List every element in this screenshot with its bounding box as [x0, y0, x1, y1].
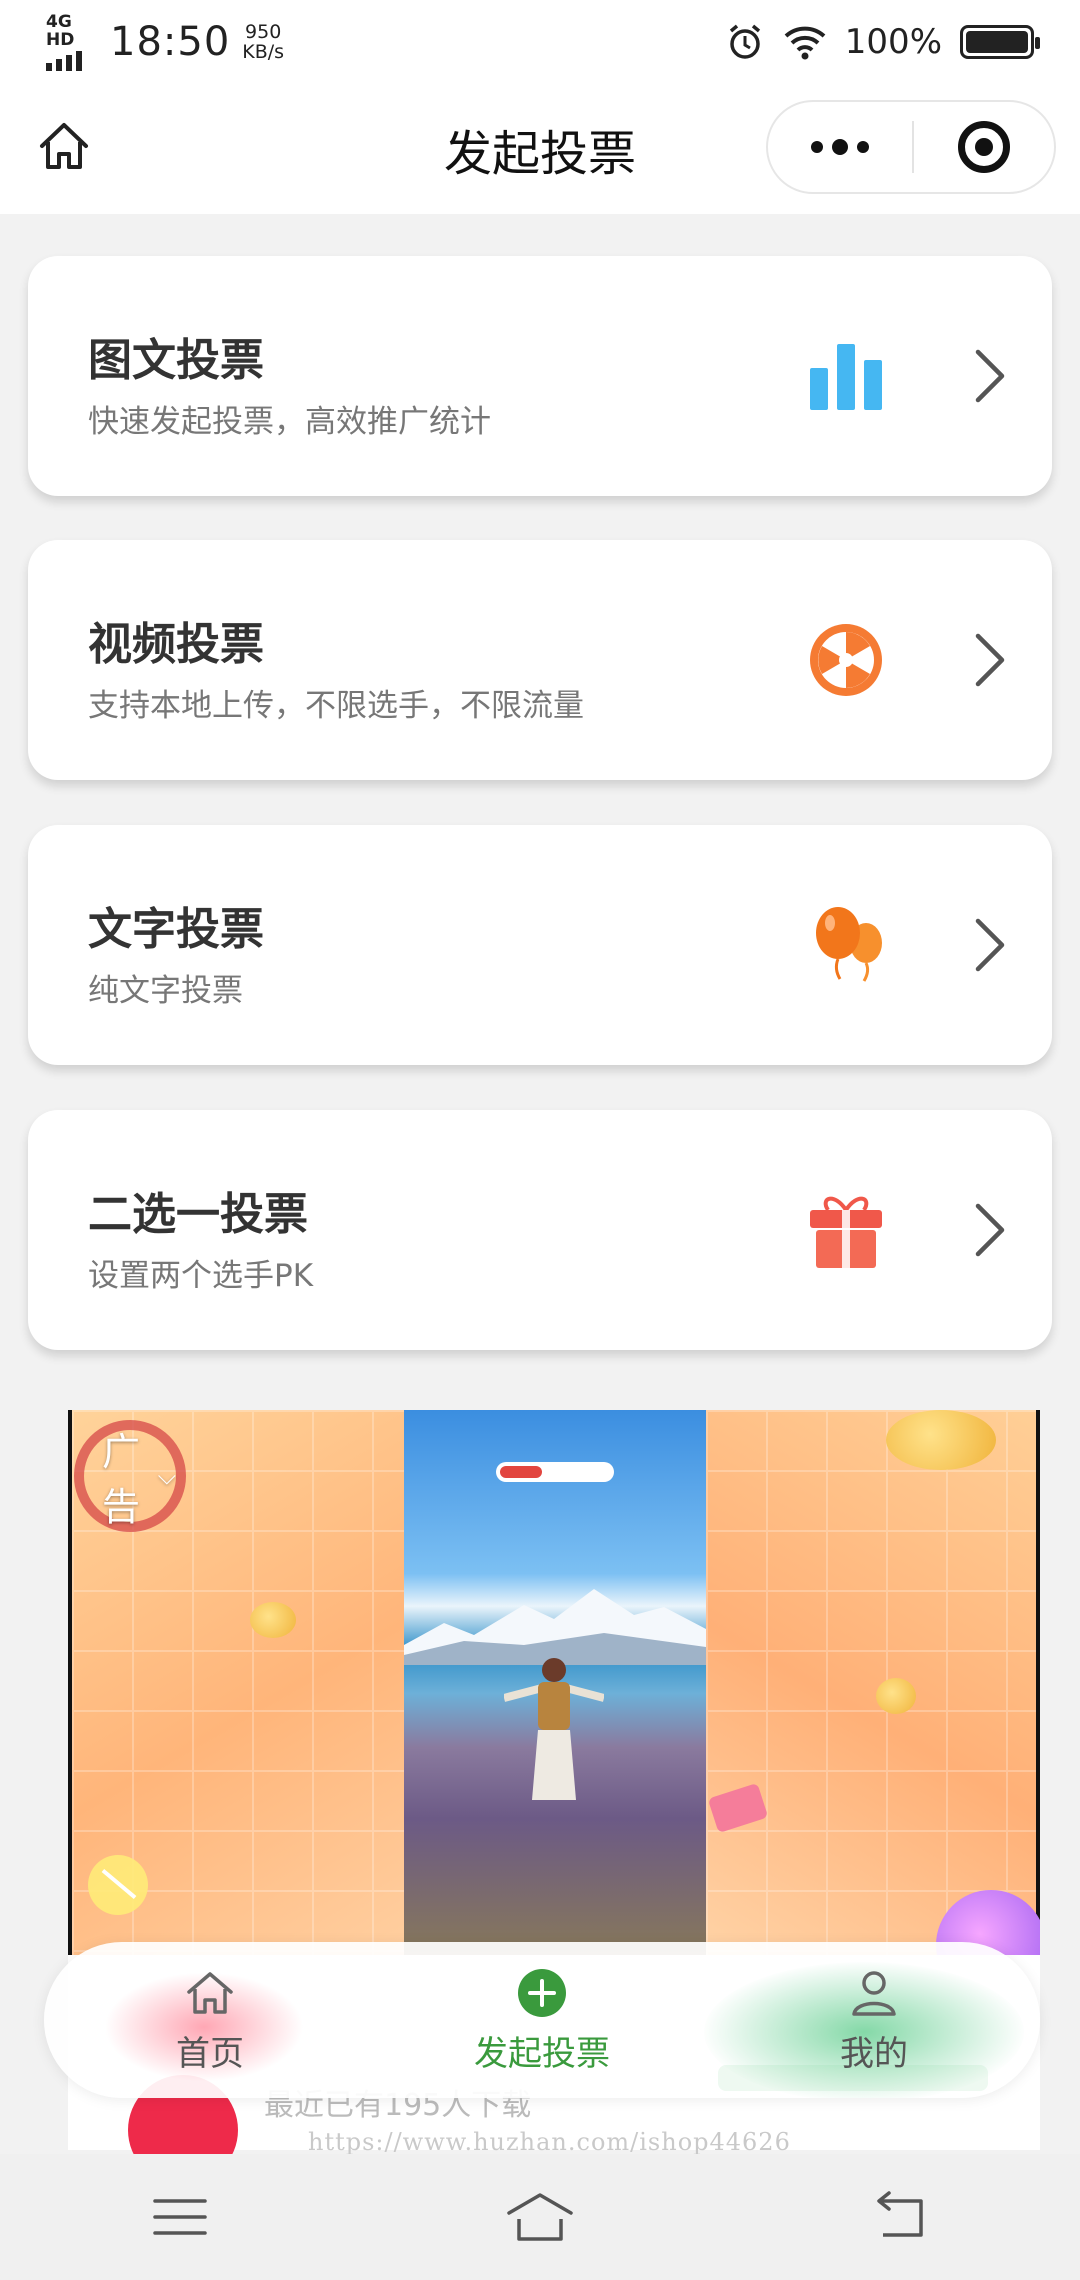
more-dots-icon[interactable]	[768, 139, 912, 155]
status-right: 100%	[725, 22, 1040, 62]
person-graphic	[504, 1658, 604, 1800]
nav-bar: 发起投票	[0, 84, 1080, 214]
balloons-icon	[816, 907, 882, 982]
film-reel-icon	[810, 624, 882, 696]
status-bar: 4G HD 18:50 950 KB/s 100%	[0, 0, 1080, 84]
coin-graphic	[250, 1602, 296, 1638]
network-speed: 950 KB/s	[242, 22, 284, 62]
bar-chart-icon	[810, 344, 882, 410]
vote-card-text[interactable]: 文字投票 纯文字投票	[28, 825, 1052, 1065]
home-outline-icon[interactable]	[34, 116, 94, 176]
card-title: 视频投票	[88, 619, 264, 670]
card-subtitle: 支持本地上传，不限选手，不限流量	[88, 688, 584, 724]
mute-icon[interactable]	[88, 1855, 148, 1915]
tab-label: 发起投票	[474, 2033, 610, 2074]
home-icon[interactable]	[505, 2187, 575, 2247]
tab-profile[interactable]: 我的	[724, 1966, 1024, 2075]
tab-home[interactable]: 首页	[60, 1966, 360, 2075]
chevron-right-icon	[975, 633, 1005, 687]
battery-icon	[960, 25, 1040, 59]
menu-icon[interactable]	[145, 2187, 215, 2247]
network-label: 4G HD	[46, 12, 75, 50]
ad-panel-right	[706, 1410, 1040, 1955]
vote-card-video[interactable]: 视频投票 支持本地上传，不限选手，不限流量	[28, 540, 1052, 780]
chevron-right-icon	[975, 918, 1005, 972]
chevron-right-icon	[975, 1203, 1005, 1257]
speed-unit: KB/s	[242, 41, 285, 63]
clock: 18:50	[110, 19, 231, 65]
card-title: 图文投票	[88, 335, 264, 386]
wifi-icon	[784, 26, 826, 60]
target-circle-icon[interactable]	[914, 121, 1054, 173]
tab-create-vote[interactable]: 发起投票	[392, 1966, 692, 2075]
ad-badge[interactable]: 广告 ⌵	[74, 1420, 186, 1532]
back-icon[interactable]	[865, 2187, 935, 2247]
alarm-icon	[729, 24, 760, 59]
card-subtitle: 纯文字投票	[88, 973, 243, 1009]
home-icon	[187, 1971, 233, 2014]
ad-video-frame	[404, 1410, 706, 1955]
chevron-right-icon	[975, 349, 1005, 403]
tab-label: 我的	[840, 2033, 908, 2074]
search-pill-graphic	[496, 1462, 614, 1482]
plus-circle-icon	[518, 1968, 566, 2017]
gift-box-icon	[810, 1196, 882, 1268]
status-left: 4G HD 18:50 950 KB/s	[46, 13, 284, 71]
network-indicator: 4G HD	[46, 13, 98, 71]
battery-percent: 100%	[844, 22, 942, 62]
signal-icon	[46, 51, 98, 71]
card-title: 文字投票	[88, 904, 264, 955]
tab-label: 首页	[176, 2033, 244, 2074]
user-icon	[852, 1970, 896, 2016]
vote-card-pk[interactable]: 二选一投票 设置两个选手PK	[28, 1110, 1052, 1350]
vote-card-image-text[interactable]: 图文投票 快速发起投票，高效推广统计	[28, 256, 1052, 496]
coin-graphic	[886, 1410, 996, 1470]
card-subtitle: 快速发起投票，高效推广统计	[88, 404, 491, 440]
watermark: https://www.huzhan.com/ishop44626	[308, 2128, 791, 2156]
ad-banner[interactable]: 广告 ⌵	[68, 1410, 1040, 1955]
card-subtitle: 设置两个选手PK	[88, 1258, 314, 1294]
speed-value: 950	[245, 21, 282, 43]
card-title: 二选一投票	[88, 1189, 308, 1240]
tab-bar: 首页 发起投票 我的	[44, 1942, 1040, 2098]
chevron-down-icon: ⌵	[157, 1462, 176, 1490]
coin-graphic	[876, 1678, 916, 1714]
system-nav-bar	[0, 2154, 1080, 2280]
mini-program-capsule	[766, 100, 1056, 194]
ad-badge-label: 广告	[102, 1430, 141, 1529]
